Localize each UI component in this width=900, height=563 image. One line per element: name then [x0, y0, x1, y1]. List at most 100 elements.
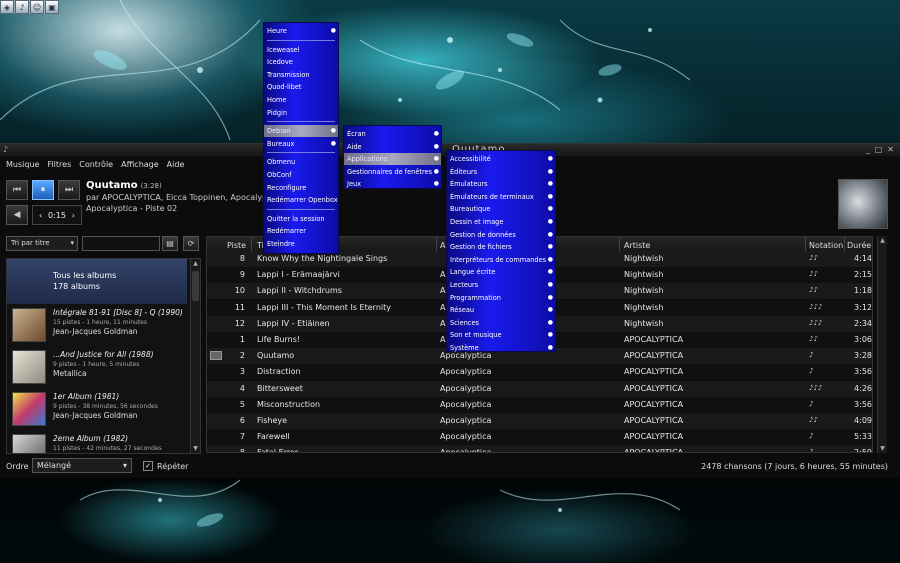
debian-menu-item[interactable]: Applications ● [344, 153, 441, 166]
applications-menu-item[interactable]: Système ● [447, 342, 555, 354]
applications-menu-item[interactable]: Émulateurs ● [447, 178, 555, 190]
applications-menu-item[interactable]: Accessibilité ● [447, 153, 555, 165]
column-track[interactable]: Piste [227, 241, 246, 250]
applications-menu-item[interactable]: Programmation ● [447, 292, 555, 304]
table-row[interactable]: 3 Distraction Apocalyptica APOCALYPTICA ♪ 3:5… [207, 364, 872, 381]
position-time: 0:15 [48, 210, 66, 220]
track-number: 1 [239, 335, 245, 344]
close-button[interactable]: ✕ [887, 145, 894, 154]
sort-label: Tri par titre [11, 239, 50, 247]
submenu-arrow-icon: ● [547, 318, 553, 326]
menu-filtres[interactable]: Filtres [47, 160, 71, 174]
now-playing-album: Apocalyptica - Piste 02 [86, 204, 178, 213]
minimize-button[interactable]: _ [866, 145, 870, 154]
root-menu-item[interactable]: Transmission [264, 69, 338, 81]
previous-button[interactable]: ⏮ [6, 180, 28, 200]
track-title-cell: Distraction [257, 367, 301, 377]
root-menu-item[interactable]: Pidgin [264, 107, 338, 119]
root-menu-item[interactable]: Heure ● [264, 25, 338, 37]
submenu-arrow-icon: ● [547, 192, 553, 200]
search-input[interactable] [82, 236, 160, 251]
album-list-scrollbar[interactable]: ▲ ▼ [190, 259, 200, 453]
track-artist-cell: APOCALYPTICA [624, 335, 684, 344]
applications-menu-item[interactable]: Sciences ● [447, 317, 555, 329]
table-row[interactable]: 8 Fatal Error Apocalyptica APOCALYPTICA ♪ 2:5… [207, 445, 872, 452]
root-menu-item[interactable]: Eteindre [264, 238, 338, 250]
applications-menu-item[interactable]: Gestion de fichiers ● [447, 241, 555, 253]
applications-menu-item[interactable]: Interpréteurs de commandes ● [447, 254, 555, 266]
debian-menu-item[interactable]: Jeux ● [344, 178, 441, 190]
window-app-icon: ♪ [3, 145, 9, 154]
applications-menu-item[interactable]: Gestion de données ● [447, 229, 555, 241]
root-menu-item[interactable]: Obmenu [264, 156, 338, 168]
applications-menu-item[interactable]: Émulateurs de terminaux ● [447, 191, 555, 203]
menu-aide[interactable]: Aide [167, 160, 185, 174]
root-menu-item[interactable]: ObConf [264, 169, 338, 181]
scroll-thumb[interactable] [192, 271, 199, 301]
order-dropdown[interactable]: Mélangé ▾ [32, 458, 132, 473]
sort-dropdown[interactable]: Tri par titre ▾ [6, 236, 78, 251]
table-row[interactable]: 7 Farewell Apocalyptica APOCALYPTICA ♪ 5:33 [207, 429, 872, 446]
root-menu-item[interactable]: Quitter la session [264, 213, 338, 225]
track-artist-cell: Nightwish [624, 318, 664, 328]
maximize-button[interactable]: □ [875, 145, 883, 154]
menu-controle[interactable]: Contrôle [79, 160, 113, 174]
album-cover[interactable] [838, 179, 888, 229]
root-menu-item[interactable]: Iceweasel [264, 44, 338, 56]
applications-menu-item[interactable]: Dessin et image ● [447, 216, 555, 228]
applications-menu-item[interactable]: Lecteurs ● [447, 279, 555, 291]
root-menu-item[interactable]: Redémarrer Openbox [264, 194, 338, 206]
applications-menu-item[interactable]: Son et musique ● [447, 329, 555, 341]
track-title-cell: Lappi IV - Etiäinen [257, 318, 330, 328]
submenu-arrow-icon: ● [547, 344, 553, 351]
launcher-app-icon-1[interactable]: ◈ [0, 0, 14, 14]
menu-musique[interactable]: Musique [6, 160, 39, 174]
root-menu-item[interactable]: Debian ● [264, 125, 338, 138]
album-item[interactable]: ...And Justice for All (1988) 9 pistes -… [7, 346, 187, 388]
track-title-cell: Misconstruction [257, 399, 321, 409]
menu-affichage[interactable]: Affichage [121, 160, 159, 174]
track-table-scrollbar[interactable]: ▲ ▼ [877, 236, 887, 453]
submenu-arrow-icon: ● [330, 127, 336, 135]
debian-menu-item[interactable]: Aide ● [344, 141, 441, 153]
root-menu-item[interactable]: Quod-libet [264, 81, 338, 93]
root-menu-item[interactable]: Reconfigure [264, 182, 338, 194]
root-menu-item[interactable]: Redémarrer [264, 225, 338, 237]
menu-item-label: Gestion de fichiers [450, 243, 512, 252]
submenu-arrow-icon: ● [547, 281, 553, 288]
applications-menu-item[interactable]: Réseau ● [447, 304, 555, 316]
seek-position[interactable]: ‹ 0:15 › [32, 205, 82, 225]
column-artist[interactable]: Artiste [624, 241, 650, 250]
track-artist-cell: Nightwish [624, 254, 664, 263]
launcher-app-icon-4[interactable]: ▣ [45, 0, 59, 14]
next-button[interactable]: ⏭ [58, 180, 80, 200]
root-menu-item[interactable]: Home [264, 94, 338, 106]
applications-menu-item[interactable]: Éditeurs ● [447, 166, 555, 178]
album-item[interactable]: 1er Album (1981) 9 pistes - 38 minutes, … [7, 388, 187, 430]
applications-menu-item[interactable]: Bureautique ● [447, 203, 555, 215]
column-duration[interactable]: Durée [847, 241, 871, 250]
album-item-all[interactable]: Tous les albums 178 albums [7, 259, 187, 304]
search-options-button[interactable]: ▤ [162, 236, 178, 251]
table-row[interactable]: 4 Bittersweet Apocalyptica APOCALYPTICA ♪♪♪ 4… [207, 380, 872, 397]
play-pause-button[interactable]: ⏸ [32, 180, 54, 200]
refresh-button[interactable]: ⟳ [183, 236, 199, 251]
album-count: 178 albums [53, 282, 101, 291]
launcher-app-icon-2[interactable]: ♪ [15, 0, 29, 14]
applications-menu-item[interactable]: Langue écrite ● [447, 266, 555, 278]
root-menu-item[interactable]: Icedove [264, 56, 338, 68]
volume-button[interactable]: ◀ [6, 205, 28, 225]
root-menu-item[interactable]: Bureaux ● [264, 138, 338, 150]
launcher-app-icon-3[interactable]: ☺ [30, 0, 44, 14]
column-rating[interactable]: Notation [809, 241, 843, 250]
menu-item-label: Lecteurs [450, 281, 479, 289]
debian-menu-item[interactable]: Gestionnaires de fenêtres ● [344, 166, 441, 178]
table-row[interactable]: 5 Misconstruction Apocalyptica APOCALYPTICA… [207, 396, 872, 413]
album-item[interactable]: Intégrale 81-91 [Disc 8] - Q (1990) 15 p… [7, 304, 187, 346]
album-title: Intégrale 81-91 [Disc 8] - Q (1990) [53, 308, 183, 317]
track-rating-cell: ♪♪ [809, 335, 818, 343]
debian-menu-item[interactable]: Écran ● [344, 128, 441, 140]
album-item[interactable]: 2eme Album (1982) 11 pistes - 42 minutes… [7, 430, 187, 453]
table-row[interactable]: 6 Fisheye Apocalyptica APOCALYPTICA ♪♪ 4:09 [207, 413, 872, 429]
repeat-checkbox[interactable]: ✓ [143, 461, 153, 471]
